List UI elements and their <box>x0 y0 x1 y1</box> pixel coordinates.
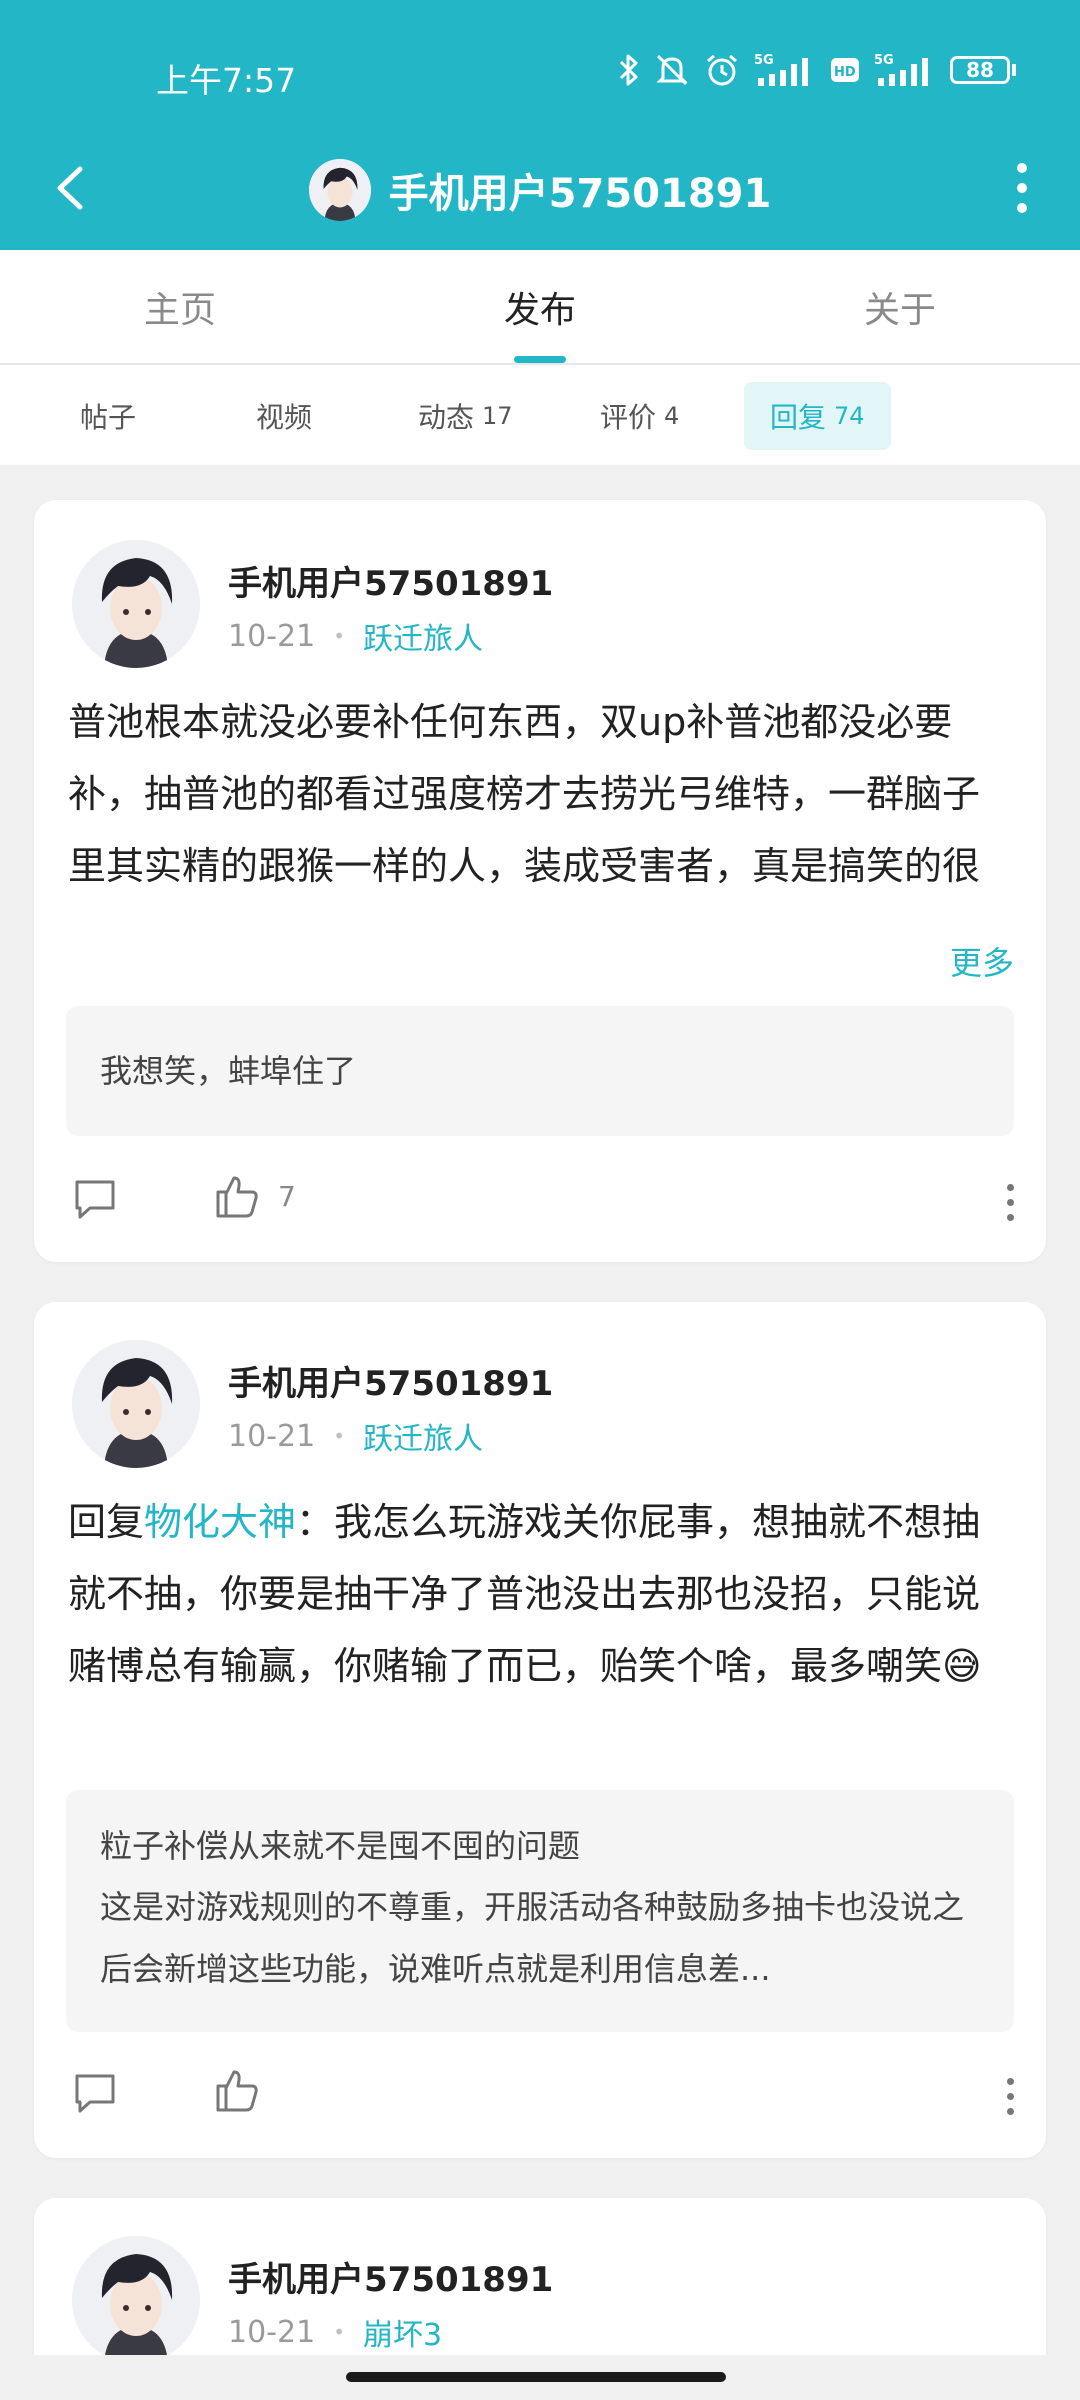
tab-home[interactable]: 主页 <box>60 250 300 363</box>
mention-link[interactable]: 物化大神 <box>144 1500 296 1544</box>
tab-publish[interactable]: 发布 <box>420 250 660 363</box>
bluetooth-icon <box>619 54 638 86</box>
separator-dot: • <box>333 624 345 648</box>
5g-signal-icon: 5G <box>754 53 808 86</box>
subtab-replies[interactable]: 回复 74 <box>744 382 891 450</box>
action-bar <box>34 2056 1046 2136</box>
comment-icon <box>75 1180 115 1219</box>
comment-button[interactable] <box>72 2070 118 2120</box>
subtab-moments[interactable]: 动态 17 <box>392 382 539 450</box>
comment-icon <box>75 2074 115 2113</box>
post-date: 10-21 <box>228 2314 316 2350</box>
top-header: 上午7:57 5G HD 5G 88 手机用户57501891 <box>0 0 1080 250</box>
subtab-videos[interactable]: 视频 <box>230 382 338 450</box>
like-count: 7 <box>278 1179 296 1213</box>
avatar[interactable] <box>308 159 371 221</box>
svg-text:HD: HD <box>834 65 856 80</box>
more-vertical-icon <box>1007 2078 1014 2085</box>
author-name[interactable]: 手机用户57501891 <box>228 2252 553 2301</box>
avatar[interactable] <box>72 540 200 668</box>
home-indicator[interactable] <box>346 2372 726 2382</box>
separator-dot: • <box>333 1424 345 1448</box>
quoted-comment[interactable]: 我想笑，蚌埠住了 <box>66 1006 1014 1136</box>
quoted-text: 这是对游戏规则的不尊重，开服活动各种鼓励多抽卡也没说之后会新增这些功能，说难听点… <box>100 1888 965 1988</box>
quoted-comment[interactable]: 粒子补偿从来就不是囤不囤的问题 这是对游戏规则的不尊重，开服活动各种鼓励多抽卡也… <box>66 1790 1014 2032</box>
more-options-button[interactable] <box>1007 2078 1014 2115</box>
game-tag[interactable]: 跃迁旅人 <box>363 1414 483 1458</box>
battery-level: 88 <box>966 58 994 82</box>
quoted-text: 我想笑，蚌埠住了 <box>100 1052 357 1090</box>
reply-prefix: 回复 <box>68 1500 145 1544</box>
more-vertical-icon <box>1007 1184 1014 1191</box>
hd-icon: HD <box>831 58 859 82</box>
reply-card[interactable]: 手机用户57501891 10-21 • 跃迁旅人 普池根本就没必要补任何东西，… <box>34 500 1046 1262</box>
post-date: 10-21 <box>228 618 316 654</box>
post-meta: 10-21 • 崩坏3 <box>228 2310 442 2354</box>
more-vertical-icon <box>1017 163 1027 173</box>
active-tab-indicator <box>514 356 566 363</box>
nav-title-group: 手机用户57501891 <box>0 145 1080 235</box>
page-title: 手机用户57501891 <box>388 171 772 217</box>
post-meta: 10-21 • 跃迁旅人 <box>228 614 483 658</box>
game-tag[interactable]: 崩坏3 <box>363 2310 442 2354</box>
emoji: 😅 <box>942 1644 982 1688</box>
alarm-icon <box>707 54 737 86</box>
post-date: 10-21 <box>228 1418 316 1454</box>
subtab-posts[interactable]: 帖子 <box>54 382 162 450</box>
more-options-button[interactable] <box>992 153 1052 223</box>
status-icons: 5G HD 5G 88 <box>618 52 1016 88</box>
sub-tabs: 帖子 视频 动态 17 评价 4 回复 74 <box>0 365 1080 465</box>
tab-about[interactable]: 关于 <box>780 250 1020 363</box>
battery-icon: 88 <box>950 56 1016 84</box>
author-name[interactable]: 手机用户57501891 <box>228 556 553 605</box>
mute-icon <box>656 54 688 86</box>
action-bar: 7 <box>34 1162 1046 1242</box>
main-tabs: 主页 发布 关于 <box>0 250 1080 365</box>
status-time: 上午7:57 <box>156 61 297 100</box>
reply-content[interactable]: 回复物化大神：我怎么玩游戏关你屁事，想抽就不想抽就不抽，你要是抽干净了普池没出去… <box>68 1486 1012 1702</box>
avatar[interactable] <box>72 2236 200 2364</box>
subtab-reviews[interactable]: 评价 4 <box>574 382 705 450</box>
avatar[interactable] <box>72 1340 200 1468</box>
reply-card[interactable]: 手机用户57501891 10-21 • 跃迁旅人 回复物化大神：我怎么玩游戏关… <box>34 1302 1046 2158</box>
like-button[interactable]: 7 <box>214 1172 296 1220</box>
like-button[interactable] <box>214 2066 278 2114</box>
separator-dot: • <box>333 2320 345 2344</box>
5g-signal-icon: 5G <box>874 53 928 86</box>
svg-text:5G: 5G <box>874 53 894 68</box>
more-options-button[interactable] <box>1007 1184 1014 1221</box>
svg-text:5G: 5G <box>754 53 774 68</box>
quoted-text: 粒子补偿从来就不是囤不囤的问题 <box>100 1827 581 1865</box>
game-tag[interactable]: 跃迁旅人 <box>363 614 483 658</box>
nav-bar: 手机用户57501891 <box>0 145 1080 250</box>
post-meta: 10-21 • 跃迁旅人 <box>228 1414 483 1458</box>
comment-button[interactable] <box>72 1176 118 1226</box>
more-link[interactable]: 更多 <box>950 938 1014 984</box>
status-bar: 上午7:57 5G HD 5G 88 <box>0 0 1080 145</box>
thumbs-up-icon <box>216 1176 258 1218</box>
author-name[interactable]: 手机用户57501891 <box>228 1356 553 1405</box>
reply-content[interactable]: 普池根本就没必要补任何东西，双up补普池都没必要补，抽普池的都看过强度榜才去捞光… <box>68 686 1012 902</box>
thumbs-up-icon <box>216 2070 258 2112</box>
